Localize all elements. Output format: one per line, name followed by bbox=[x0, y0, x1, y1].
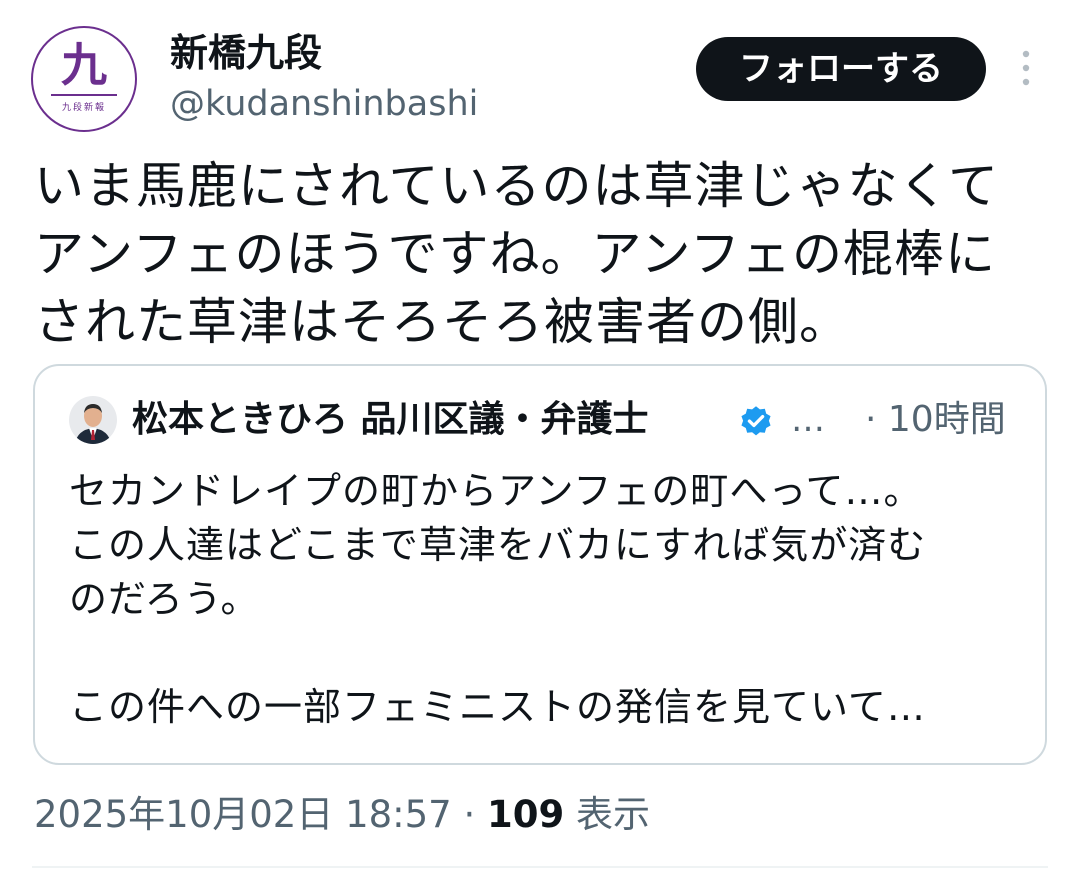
quoted-author-ellipsis: … bbox=[791, 400, 825, 440]
quoted-author-name[interactable]: 松本ときひろ 品川区議・弁護士 bbox=[132, 398, 649, 442]
meta-separator: · bbox=[451, 793, 488, 836]
quoted-post-time[interactable]: · 10時間 bbox=[865, 398, 1006, 442]
post-meta: 2025年10月02日 18:57 · 109 表示 bbox=[34, 790, 650, 840]
avatar-logo-rule bbox=[51, 94, 117, 96]
quoted-text-line: この件への一部フェミニストの発信を見ていて… bbox=[69, 685, 926, 729]
more-vertical-icon[interactable] bbox=[1010, 48, 1042, 88]
avatar-logo-glyph: 九 bbox=[61, 38, 107, 92]
quoted-text-line: この人達はどこまで草津をバカにすれば気が済む bbox=[69, 523, 927, 567]
tweet-header: 九 九段新報 新橋九段 @kudanshinbashi フォローする bbox=[0, 0, 1080, 140]
quoted-text-line bbox=[69, 626, 1029, 680]
quoted-author-avatar[interactable] bbox=[69, 396, 117, 444]
post-text: いま馬鹿にされているのは草津じゃなくてアンフェのほうですね。アンフェの棍棒にされ… bbox=[34, 157, 999, 351]
verified-badge-icon bbox=[738, 404, 774, 440]
follow-button[interactable]: フォローする bbox=[696, 37, 986, 101]
quoted-post-text: セカンドレイプの町からアンフェの町へって…。 この人達はどこまで草津をバカにすれ… bbox=[69, 464, 1029, 734]
quoted-text-line: のだろう。 bbox=[69, 577, 260, 621]
post-timestamp[interactable]: 2025年10月02日 18:57 bbox=[34, 793, 452, 836]
quoted-tweet-card[interactable]: 松本ときひろ 品川区議・弁護士 … · 10時間 セカンドレイプの町からアンフェ… bbox=[33, 364, 1047, 765]
avatar-logo-subtext: 九段新報 bbox=[61, 103, 106, 113]
author-display-name[interactable]: 新橋九段 bbox=[170, 30, 322, 76]
author-avatar[interactable]: 九 九段新報 bbox=[31, 26, 137, 132]
quoted-text-line: セカンドレイプの町からアンフェの町へって…。 bbox=[69, 469, 923, 513]
author-handle[interactable]: @kudanshinbashi bbox=[170, 82, 478, 126]
views-label: 表示 bbox=[576, 793, 651, 836]
views-count: 109 bbox=[487, 793, 565, 836]
bottom-divider bbox=[32, 866, 1048, 868]
